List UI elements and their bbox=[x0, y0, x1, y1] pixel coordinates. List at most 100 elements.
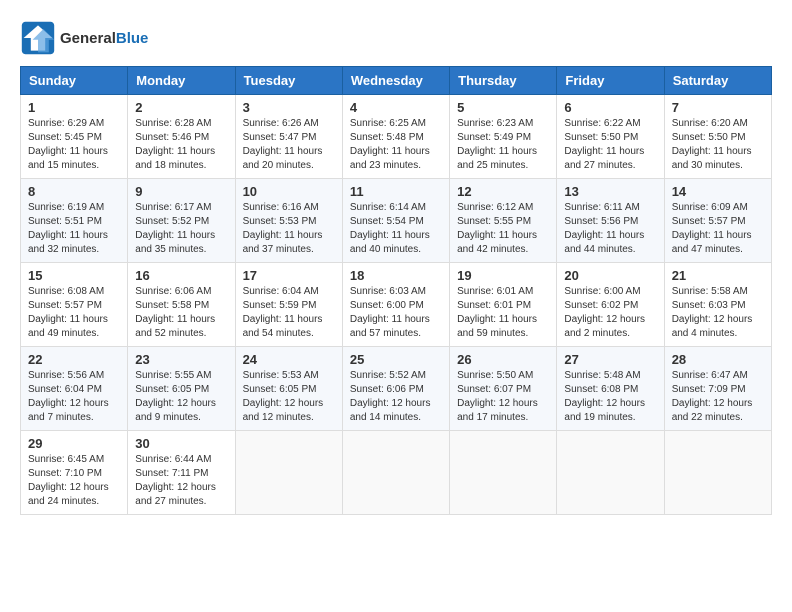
calendar-cell bbox=[664, 431, 771, 515]
week-row-3: 15 Sunrise: 6:08 AMSunset: 5:57 PMDaylig… bbox=[21, 263, 772, 347]
day-number: 4 bbox=[350, 100, 442, 115]
calendar-cell: 26 Sunrise: 5:50 AMSunset: 6:07 PMDaylig… bbox=[450, 347, 557, 431]
day-number: 18 bbox=[350, 268, 442, 283]
calendar-cell bbox=[342, 431, 449, 515]
calendar-cell: 4 Sunrise: 6:25 AMSunset: 5:48 PMDayligh… bbox=[342, 95, 449, 179]
calendar-cell: 17 Sunrise: 6:04 AMSunset: 5:59 PMDaylig… bbox=[235, 263, 342, 347]
calendar-cell: 21 Sunrise: 5:58 AMSunset: 6:03 PMDaylig… bbox=[664, 263, 771, 347]
cell-info: Sunrise: 6:00 AMSunset: 6:02 PMDaylight:… bbox=[564, 285, 656, 341]
day-number: 12 bbox=[457, 184, 549, 199]
week-row-1: 1 Sunrise: 6:29 AMSunset: 5:45 PMDayligh… bbox=[21, 95, 772, 179]
day-number: 24 bbox=[243, 352, 335, 367]
cell-info: Sunrise: 5:58 AMSunset: 6:03 PMDaylight:… bbox=[672, 285, 764, 341]
calendar-cell: 7 Sunrise: 6:20 AMSunset: 5:50 PMDayligh… bbox=[664, 95, 771, 179]
cell-info: Sunrise: 6:22 AMSunset: 5:50 PMDaylight:… bbox=[564, 117, 656, 173]
calendar-cell: 5 Sunrise: 6:23 AMSunset: 5:49 PMDayligh… bbox=[450, 95, 557, 179]
day-number: 3 bbox=[243, 100, 335, 115]
day-number: 19 bbox=[457, 268, 549, 283]
weekday-header-wednesday: Wednesday bbox=[342, 67, 449, 95]
calendar-table: SundayMondayTuesdayWednesdayThursdayFrid… bbox=[20, 66, 772, 515]
cell-info: Sunrise: 6:09 AMSunset: 5:57 PMDaylight:… bbox=[672, 201, 764, 257]
calendar-cell: 23 Sunrise: 5:55 AMSunset: 6:05 PMDaylig… bbox=[128, 347, 235, 431]
calendar-cell: 2 Sunrise: 6:28 AMSunset: 5:46 PMDayligh… bbox=[128, 95, 235, 179]
day-number: 29 bbox=[28, 436, 120, 451]
day-number: 30 bbox=[135, 436, 227, 451]
cell-info: Sunrise: 6:04 AMSunset: 5:59 PMDaylight:… bbox=[243, 285, 335, 341]
calendar-cell: 30 Sunrise: 6:44 AMSunset: 7:11 PMDaylig… bbox=[128, 431, 235, 515]
calendar-cell: 16 Sunrise: 6:06 AMSunset: 5:58 PMDaylig… bbox=[128, 263, 235, 347]
calendar-cell: 15 Sunrise: 6:08 AMSunset: 5:57 PMDaylig… bbox=[21, 263, 128, 347]
cell-info: Sunrise: 6:03 AMSunset: 6:00 PMDaylight:… bbox=[350, 285, 442, 341]
day-number: 11 bbox=[350, 184, 442, 199]
weekday-header-friday: Friday bbox=[557, 67, 664, 95]
cell-info: Sunrise: 6:23 AMSunset: 5:49 PMDaylight:… bbox=[457, 117, 549, 173]
cell-info: Sunrise: 6:29 AMSunset: 5:45 PMDaylight:… bbox=[28, 117, 120, 173]
cell-info: Sunrise: 6:16 AMSunset: 5:53 PMDaylight:… bbox=[243, 201, 335, 257]
calendar-cell: 8 Sunrise: 6:19 AMSunset: 5:51 PMDayligh… bbox=[21, 179, 128, 263]
cell-info: Sunrise: 6:28 AMSunset: 5:46 PMDaylight:… bbox=[135, 117, 227, 173]
calendar-cell: 20 Sunrise: 6:00 AMSunset: 6:02 PMDaylig… bbox=[557, 263, 664, 347]
day-number: 2 bbox=[135, 100, 227, 115]
weekday-header-thursday: Thursday bbox=[450, 67, 557, 95]
cell-info: Sunrise: 6:47 AMSunset: 7:09 PMDaylight:… bbox=[672, 369, 764, 425]
logo-icon bbox=[20, 20, 56, 56]
day-number: 21 bbox=[672, 268, 764, 283]
cell-info: Sunrise: 5:56 AMSunset: 6:04 PMDaylight:… bbox=[28, 369, 120, 425]
calendar-cell bbox=[557, 431, 664, 515]
calendar-cell: 13 Sunrise: 6:11 AMSunset: 5:56 PMDaylig… bbox=[557, 179, 664, 263]
cell-info: Sunrise: 6:08 AMSunset: 5:57 PMDaylight:… bbox=[28, 285, 120, 341]
cell-info: Sunrise: 6:20 AMSunset: 5:50 PMDaylight:… bbox=[672, 117, 764, 173]
calendar-cell: 11 Sunrise: 6:14 AMSunset: 5:54 PMDaylig… bbox=[342, 179, 449, 263]
cell-info: Sunrise: 6:17 AMSunset: 5:52 PMDaylight:… bbox=[135, 201, 227, 257]
calendar-cell: 25 Sunrise: 5:52 AMSunset: 6:06 PMDaylig… bbox=[342, 347, 449, 431]
calendar-cell: 10 Sunrise: 6:16 AMSunset: 5:53 PMDaylig… bbox=[235, 179, 342, 263]
cell-info: Sunrise: 6:06 AMSunset: 5:58 PMDaylight:… bbox=[135, 285, 227, 341]
cell-info: Sunrise: 6:19 AMSunset: 5:51 PMDaylight:… bbox=[28, 201, 120, 257]
cell-info: Sunrise: 6:26 AMSunset: 5:47 PMDaylight:… bbox=[243, 117, 335, 173]
day-number: 23 bbox=[135, 352, 227, 367]
day-number: 1 bbox=[28, 100, 120, 115]
calendar-cell: 24 Sunrise: 5:53 AMSunset: 6:05 PMDaylig… bbox=[235, 347, 342, 431]
calendar-cell: 6 Sunrise: 6:22 AMSunset: 5:50 PMDayligh… bbox=[557, 95, 664, 179]
week-row-5: 29 Sunrise: 6:45 AMSunset: 7:10 PMDaylig… bbox=[21, 431, 772, 515]
cell-info: Sunrise: 5:53 AMSunset: 6:05 PMDaylight:… bbox=[243, 369, 335, 425]
calendar-cell: 1 Sunrise: 6:29 AMSunset: 5:45 PMDayligh… bbox=[21, 95, 128, 179]
page-header: GeneralBlue bbox=[20, 20, 772, 56]
calendar-cell: 29 Sunrise: 6:45 AMSunset: 7:10 PMDaylig… bbox=[21, 431, 128, 515]
day-number: 16 bbox=[135, 268, 227, 283]
day-number: 27 bbox=[564, 352, 656, 367]
day-number: 9 bbox=[135, 184, 227, 199]
cell-info: Sunrise: 6:12 AMSunset: 5:55 PMDaylight:… bbox=[457, 201, 549, 257]
cell-info: Sunrise: 6:01 AMSunset: 6:01 PMDaylight:… bbox=[457, 285, 549, 341]
calendar-cell: 19 Sunrise: 6:01 AMSunset: 6:01 PMDaylig… bbox=[450, 263, 557, 347]
day-number: 20 bbox=[564, 268, 656, 283]
day-number: 25 bbox=[350, 352, 442, 367]
day-number: 26 bbox=[457, 352, 549, 367]
day-number: 13 bbox=[564, 184, 656, 199]
cell-info: Sunrise: 6:44 AMSunset: 7:11 PMDaylight:… bbox=[135, 453, 227, 509]
cell-info: Sunrise: 5:55 AMSunset: 6:05 PMDaylight:… bbox=[135, 369, 227, 425]
cell-info: Sunrise: 5:52 AMSunset: 6:06 PMDaylight:… bbox=[350, 369, 442, 425]
weekday-header-row: SundayMondayTuesdayWednesdayThursdayFrid… bbox=[21, 67, 772, 95]
logo-text: GeneralBlue bbox=[60, 30, 148, 47]
cell-info: Sunrise: 6:45 AMSunset: 7:10 PMDaylight:… bbox=[28, 453, 120, 509]
weekday-header-saturday: Saturday bbox=[664, 67, 771, 95]
calendar-cell bbox=[235, 431, 342, 515]
day-number: 7 bbox=[672, 100, 764, 115]
cell-info: Sunrise: 6:14 AMSunset: 5:54 PMDaylight:… bbox=[350, 201, 442, 257]
calendar-cell: 14 Sunrise: 6:09 AMSunset: 5:57 PMDaylig… bbox=[664, 179, 771, 263]
day-number: 10 bbox=[243, 184, 335, 199]
cell-info: Sunrise: 6:11 AMSunset: 5:56 PMDaylight:… bbox=[564, 201, 656, 257]
weekday-header-sunday: Sunday bbox=[21, 67, 128, 95]
calendar-cell: 22 Sunrise: 5:56 AMSunset: 6:04 PMDaylig… bbox=[21, 347, 128, 431]
day-number: 28 bbox=[672, 352, 764, 367]
day-number: 6 bbox=[564, 100, 656, 115]
weekday-header-monday: Monday bbox=[128, 67, 235, 95]
cell-info: Sunrise: 6:25 AMSunset: 5:48 PMDaylight:… bbox=[350, 117, 442, 173]
calendar-cell bbox=[450, 431, 557, 515]
day-number: 8 bbox=[28, 184, 120, 199]
day-number: 15 bbox=[28, 268, 120, 283]
calendar-cell: 27 Sunrise: 5:48 AMSunset: 6:08 PMDaylig… bbox=[557, 347, 664, 431]
calendar-cell: 18 Sunrise: 6:03 AMSunset: 6:00 PMDaylig… bbox=[342, 263, 449, 347]
logo: GeneralBlue bbox=[20, 20, 148, 56]
